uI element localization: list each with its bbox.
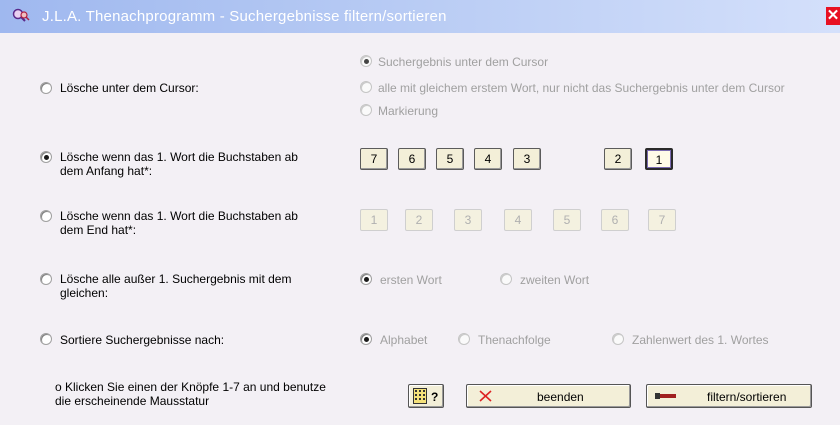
radio-delete-all-except[interactable]	[40, 273, 52, 285]
end-button-3[interactable]: 3	[454, 209, 482, 231]
radio-sort-sequence[interactable]	[458, 333, 470, 345]
label-delete-under-cursor: Lösche unter dem Cursor:	[60, 81, 199, 95]
radio-delete-first-word-start[interactable]	[40, 151, 52, 163]
keyboard-button-label: ?	[431, 390, 439, 404]
start-button-3[interactable]: 3	[513, 148, 541, 170]
start-button-2[interactable]: 2	[604, 148, 632, 170]
radio-sub-same-first-word[interactable]	[360, 81, 372, 93]
radio-delete-under-cursor[interactable]	[40, 82, 52, 94]
hint-text: o Klicken Sie einen der Knöpfe 1-7 an un…	[55, 380, 326, 408]
label-first-word: ersten Wort	[380, 273, 442, 287]
close-button[interactable]: beenden	[466, 384, 631, 408]
start-button-4[interactable]: 4	[474, 148, 502, 170]
radio-sub-marking[interactable]	[360, 104, 372, 116]
keyboard-icon	[413, 388, 427, 404]
label-delete-all-except: Lösche alle außer 1. Suchergebnis mit de…	[60, 272, 292, 300]
magnifier-app-icon	[12, 8, 30, 22]
start-button-5[interactable]: 5	[436, 148, 464, 170]
radio-sub-result-under-cursor[interactable]	[360, 55, 372, 67]
keyboard-button[interactable]: ?	[408, 384, 444, 408]
label-sub-result-under-cursor: Suchergebnis unter dem Cursor	[378, 55, 549, 69]
red-x-icon	[479, 390, 492, 402]
end-button-4[interactable]: 4	[504, 209, 532, 231]
window-title: J.L.A. Thenachprogramm - Suchergebnisse …	[42, 8, 447, 25]
label-sort-alphabet: Alphabet	[380, 333, 428, 347]
start-button-1[interactable]: 1	[645, 148, 673, 170]
radio-sort-results[interactable]	[40, 333, 52, 345]
label-sub-same-first-word: alle mit gleichem erstem Wort, nur nicht…	[378, 81, 785, 95]
radio-second-word[interactable]	[500, 273, 512, 285]
filter-sort-button[interactable]: filtern/sortieren	[646, 384, 812, 408]
close-window-button[interactable]: ✕	[826, 7, 840, 25]
end-button-1[interactable]: 1	[360, 209, 388, 231]
radio-first-word[interactable]	[360, 273, 372, 285]
filter-sort-button-label: filtern/sortieren	[707, 390, 787, 404]
radio-delete-first-word-end[interactable]	[40, 210, 52, 222]
title-bar[interactable]: J.L.A. Thenachprogramm - Suchergebnisse …	[0, 0, 840, 33]
label-delete-first-word-end: Lösche wenn das 1. Wort die Buchstaben a…	[60, 209, 298, 237]
filter-pen-icon	[655, 393, 676, 399]
label-sub-marking: Markierung	[378, 104, 439, 118]
close-button-label: beenden	[537, 390, 584, 404]
radio-sort-numeric-value[interactable]	[612, 333, 624, 345]
label-sort-numeric-value: Zahlenwert des 1. Wortes	[632, 333, 769, 347]
start-button-6[interactable]: 6	[398, 148, 426, 170]
end-button-6[interactable]: 6	[601, 209, 629, 231]
label-sort-results: Sortiere Suchergebnisse nach:	[60, 333, 225, 347]
label-delete-first-word-start: Lösche wenn das 1. Wort die Buchstaben a…	[60, 150, 298, 178]
end-button-2[interactable]: 2	[405, 209, 433, 231]
label-sort-sequence: Thenachfolge	[478, 333, 551, 347]
end-button-5[interactable]: 5	[553, 209, 581, 231]
radio-sort-alphabet[interactable]	[360, 333, 372, 345]
dialog-window: J.L.A. Thenachprogramm - Suchergebnisse …	[0, 0, 840, 425]
start-button-7[interactable]: 7	[360, 148, 388, 170]
end-button-7[interactable]: 7	[648, 209, 676, 231]
label-second-word: zweiten Wort	[520, 273, 590, 287]
